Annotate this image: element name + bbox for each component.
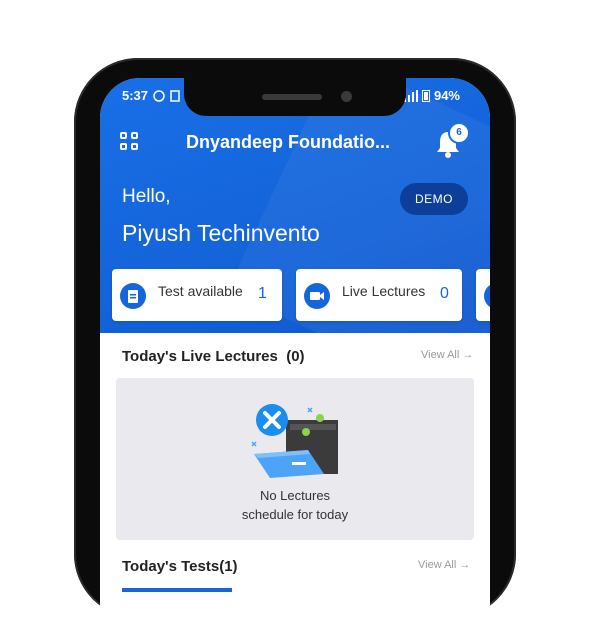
stat-card-partial[interactable] bbox=[476, 269, 490, 321]
organization-title: Dnyandeep Foundatio... bbox=[186, 132, 391, 152]
user-name: Piyush Techinvento bbox=[122, 220, 320, 246]
menu-grid-icon[interactable] bbox=[120, 132, 140, 152]
speaker-grille bbox=[262, 94, 322, 100]
battery-icon bbox=[421, 90, 430, 102]
stat-label: Test available bbox=[158, 283, 243, 299]
stat-count: 0 bbox=[440, 285, 449, 302]
greeting-hello: Hello, bbox=[122, 186, 171, 207]
live-lectures-title: Today's Live Lectures bbox=[122, 348, 278, 365]
tests-heading: Today's Tests(1) bbox=[122, 558, 238, 575]
stat-icon bbox=[484, 283, 490, 309]
status-bar-left: 5:37 bbox=[122, 88, 180, 103]
stat-card-tests[interactable]: Test available 1 bbox=[112, 269, 282, 321]
battery-level: 94% bbox=[433, 88, 460, 103]
demo-badge[interactable]: DEMO bbox=[400, 183, 468, 215]
empty-message-line1: No Lectures bbox=[259, 488, 331, 503]
clipboard-icon bbox=[120, 283, 146, 309]
stat-label: Live Lectures bbox=[342, 283, 426, 299]
no-lectures-illustration bbox=[251, 404, 338, 478]
notification-status-icon bbox=[170, 89, 180, 102]
test-card-top-edge bbox=[122, 588, 232, 592]
empty-lectures-panel: No Lectures schedule for today bbox=[116, 378, 474, 540]
live-lectures-view-all[interactable]: View All → bbox=[421, 349, 473, 361]
whatsapp-icon bbox=[153, 89, 165, 102]
empty-message-line2: schedule for today bbox=[241, 507, 349, 522]
live-lectures-heading: Today's Live Lectures (0) bbox=[122, 348, 305, 365]
notification-count-badge: 6 bbox=[448, 122, 470, 144]
phone-notch bbox=[184, 78, 406, 116]
stat-count: 1 bbox=[258, 285, 267, 302]
tests-view-all[interactable]: View All → bbox=[418, 559, 470, 571]
status-time: 5:37 bbox=[122, 88, 149, 103]
front-camera bbox=[341, 91, 352, 102]
status-bar-right: 94% bbox=[403, 88, 460, 103]
notifications-button[interactable]: 6 bbox=[434, 122, 470, 158]
app-screen: 5:37 94% Dnyandeep Foundatio... 6 Hello,… bbox=[100, 78, 490, 618]
live-lectures-count: (0) bbox=[286, 348, 305, 365]
stat-card-live-lectures[interactable]: Live Lectures 0 bbox=[296, 269, 462, 321]
signal-icon bbox=[403, 89, 418, 102]
video-camera-icon bbox=[304, 283, 330, 309]
